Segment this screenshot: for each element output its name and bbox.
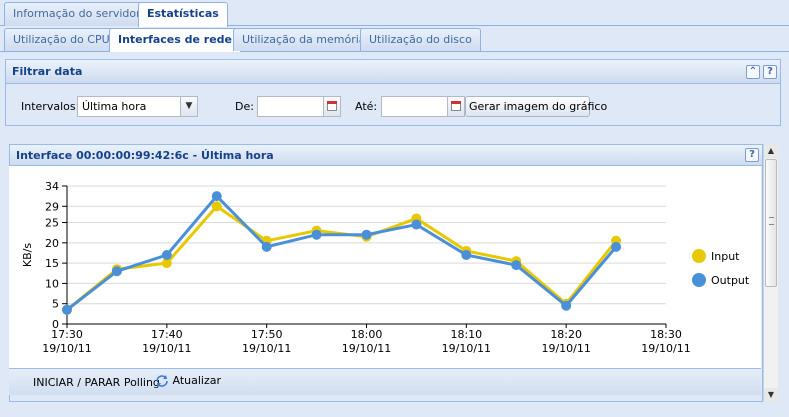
to-label: Até: xyxy=(355,100,378,113)
tab-server-info[interactable]: Informação do servidor xyxy=(4,2,150,26)
question-icon[interactable]: ? xyxy=(745,148,759,162)
output-data-point xyxy=(211,191,222,202)
output-legend-marker xyxy=(692,273,706,287)
y-tick-label: 29 xyxy=(45,200,59,213)
output-data-point xyxy=(461,250,472,260)
input-series-line xyxy=(66,204,618,311)
arrow-up-icon[interactable]: ▲ xyxy=(764,144,778,158)
from-date-field[interactable] xyxy=(257,96,341,117)
x-tick-label-time: 18:10 xyxy=(450,328,482,341)
interface-graph-title: Interface 00:00:00:99:42:6c - Última hor… xyxy=(16,149,274,162)
x-tick-label-date: 19/10/11 xyxy=(442,342,491,355)
graph-toolbar: INICIAR / PARAR Polling Atualizar xyxy=(9,368,761,395)
from-label: De: xyxy=(235,100,254,113)
network-line-chart: 05101520252934KB/s17:3019/10/1117:4019/1… xyxy=(21,180,750,355)
to-date-field[interactable] xyxy=(381,96,465,117)
chevron-down-icon[interactable]: ▼ xyxy=(180,97,197,116)
interval-label: Intervalos: xyxy=(21,100,80,113)
output-data-point xyxy=(511,260,522,271)
x-tick-label-time: 17:50 xyxy=(251,328,283,341)
x-tick-label-date: 19/10/11 xyxy=(42,342,91,355)
output-data-point xyxy=(261,241,272,252)
x-tick-label-time: 18:20 xyxy=(550,328,582,341)
input-legend-label: Input xyxy=(711,250,740,263)
y-tick-label: 15 xyxy=(45,257,59,270)
input-data-point xyxy=(211,201,222,212)
filter-panel-header: Filtrar data ⌃ ? xyxy=(6,60,780,84)
chart-area: 0 5 10 15 20 25 29 34 KB/s 17:30 19/10/11 17:40 19/1… xyxy=(9,166,761,368)
x-tick-label-time: 18:00 xyxy=(351,328,383,341)
input-legend-marker xyxy=(692,249,706,263)
filter-panel: Filtrar data ⌃ ? Intervalos: Última hora… xyxy=(5,59,781,126)
tab-statistics[interactable]: Estatísticas xyxy=(138,2,228,27)
x-tick-label-time: 18:30 xyxy=(650,328,682,341)
filter-panel-title: Filtrar data xyxy=(12,65,83,78)
subtab-network-interfaces[interactable]: Interfaces de rede xyxy=(109,28,242,52)
calendar-icon[interactable] xyxy=(323,97,340,116)
scrollbar-thumb[interactable] xyxy=(765,159,777,287)
output-data-point xyxy=(411,219,422,230)
arrow-down-icon[interactable]: ▼ xyxy=(764,388,778,402)
filter-panel-body: Intervalos: Última hora ▼ De: Até: Gerar… xyxy=(6,85,780,125)
output-data-point xyxy=(62,304,72,315)
main-tabbar: Informação do servidor Estatísticas xyxy=(0,0,789,27)
x-tick-label-date: 19/10/11 xyxy=(242,342,291,355)
output-data-point xyxy=(111,266,122,277)
output-data-point xyxy=(361,229,372,240)
subtab-memory[interactable]: Utilização da memória xyxy=(233,28,375,51)
subtab-cpu[interactable]: Utilização do CPU xyxy=(4,28,119,51)
refresh-label: Atualizar xyxy=(172,374,222,387)
x-tick-label-date: 19/10/11 xyxy=(541,342,590,355)
interval-select-value: Última hora xyxy=(82,100,147,113)
polling-toggle-button[interactable]: INICIAR / PARAR Polling xyxy=(33,376,160,389)
refresh-icon xyxy=(156,375,168,387)
output-data-point xyxy=(611,241,622,252)
interface-graph-header: Interface 00:00:00:99:42:6c - Última hor… xyxy=(10,145,762,166)
output-data-point xyxy=(311,229,322,240)
x-tick-label-time: 17:40 xyxy=(151,328,183,341)
output-legend-label: Output xyxy=(711,274,750,287)
y-tick-label: 10 xyxy=(45,277,59,290)
double-chevron-up-icon[interactable]: ⌃ xyxy=(746,65,760,79)
y-tick-label: 25 xyxy=(45,217,59,230)
subtab-disk[interactable]: Utilização do disco xyxy=(360,28,481,51)
output-series-line xyxy=(66,193,618,311)
calendar-icon[interactable] xyxy=(447,97,464,116)
statistics-subtabbar: Utilização do CPU Interfaces de rede Uti… xyxy=(0,27,789,52)
output-data-point xyxy=(561,300,572,311)
x-tick-label-date: 19/10/11 xyxy=(641,342,690,355)
interval-select[interactable]: Última hora ▼ xyxy=(77,96,198,117)
output-data-point xyxy=(161,250,172,260)
refresh-button[interactable]: Atualizar xyxy=(155,374,221,388)
question-icon[interactable]: ? xyxy=(763,65,777,79)
generate-chart-image-button[interactable]: Gerar imagem do gráfico xyxy=(465,96,607,117)
y-tick-label: 34 xyxy=(45,180,59,193)
y-tick-label: 5 xyxy=(52,298,59,311)
x-tick-label-date: 19/10/11 xyxy=(142,342,191,355)
y-axis-label: KB/s xyxy=(21,243,34,267)
graph-panel-scrollbar[interactable]: ▲ ▼ xyxy=(763,144,778,402)
x-tick-label-date: 19/10/11 xyxy=(342,342,391,355)
y-tick-label: 20 xyxy=(45,237,59,250)
x-tick-label-time: 17:30 xyxy=(51,328,83,341)
